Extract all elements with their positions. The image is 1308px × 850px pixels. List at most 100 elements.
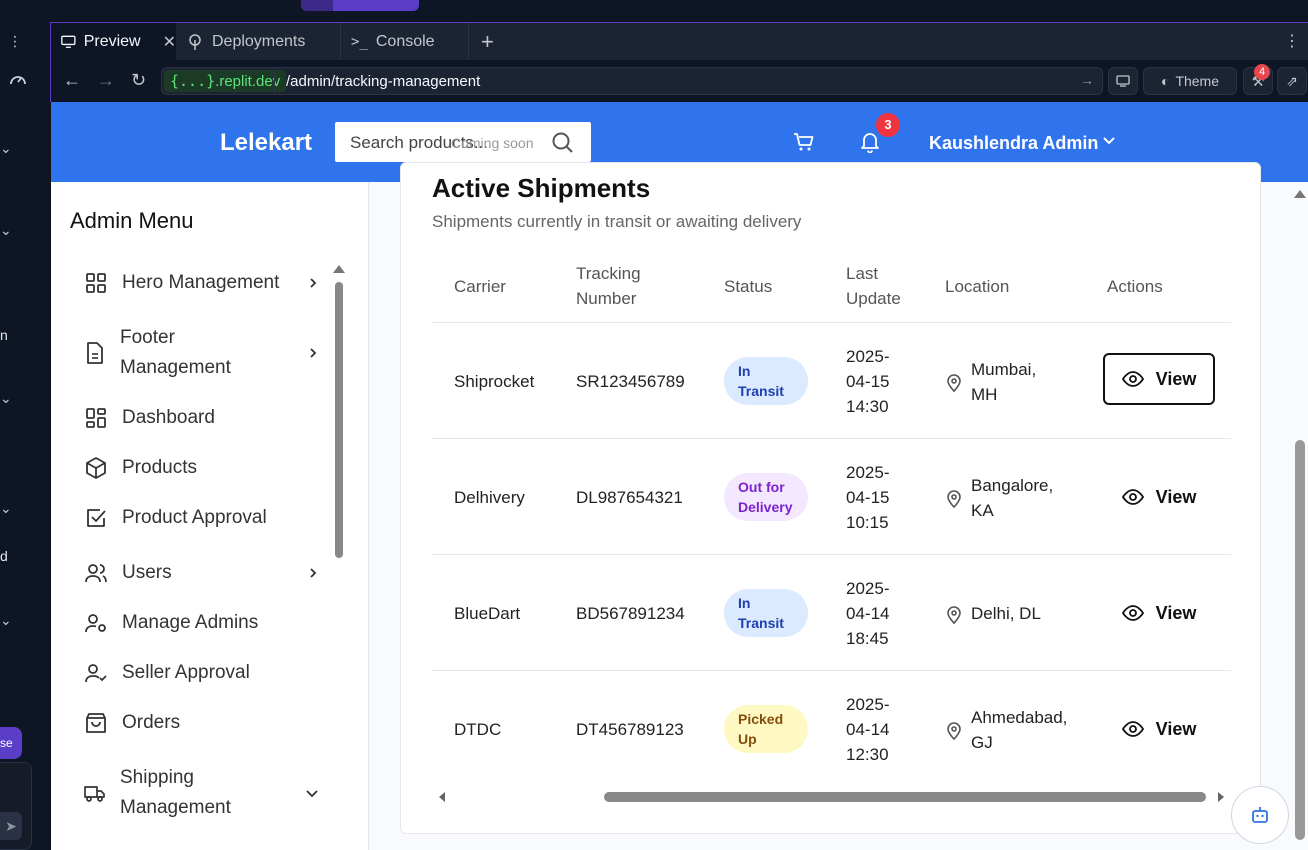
admin-sidebar: Admin Menu Hero Management Footer Manage…	[51, 182, 369, 850]
page-scrollbar[interactable]	[1295, 440, 1305, 840]
scroll-up-arrow[interactable]	[333, 265, 345, 273]
eye-icon	[1121, 489, 1144, 505]
url-bar[interactable]: {...}.replit.dev /admin/tracking-managem…	[161, 67, 1103, 95]
ide-top-strip	[50, 0, 1308, 22]
view-button[interactable]: View	[1103, 353, 1215, 405]
sidebar-item-label: Product Approval	[122, 507, 267, 528]
tab-preview[interactable]: Preview ✕	[51, 23, 176, 60]
map-pin-icon	[947, 374, 961, 392]
reload-icon[interactable]: ↻	[131, 70, 146, 91]
deploy-icon	[189, 33, 201, 50]
cell-tracking: DT456789123	[576, 720, 684, 739]
scroll-right-arrow[interactable]	[1215, 791, 1227, 803]
more-vertical-icon[interactable]: ⋮	[8, 33, 22, 50]
cell-carrier: Shiprocket	[454, 372, 535, 391]
chevron-down-icon[interactable]: ⌄	[0, 500, 12, 517]
location-text: Bangalore, KA	[971, 476, 1054, 520]
eye-icon	[1121, 605, 1144, 621]
table-header: Carrier Tracking Number Status Last Upda…	[432, 251, 1231, 323]
tab-deployments[interactable]: Deployments	[176, 23, 341, 60]
status-badge: Picked Up	[724, 705, 808, 753]
brand-logo[interactable]: Lelekart	[220, 129, 312, 157]
sidebar-item-hero-management[interactable]: Hero Management	[84, 268, 317, 298]
users-icon	[85, 564, 107, 583]
horizontal-scrollbar[interactable]	[432, 787, 1231, 803]
go-arrow-icon[interactable]: →	[1080, 72, 1094, 88]
chevron-right-icon	[310, 278, 317, 288]
user-menu[interactable]: Kaushlendra Admin	[929, 133, 1098, 154]
cut-text: d	[0, 548, 8, 564]
status-badge: In Transit	[724, 589, 808, 637]
chatbot-button[interactable]	[1231, 786, 1289, 844]
close-icon[interactable]: ✕	[163, 32, 176, 52]
url-domain-braces: {...}	[170, 72, 216, 90]
device-icon[interactable]	[1108, 67, 1138, 95]
chevron-right-icon	[310, 348, 317, 358]
url-domain-base: .replit.dev	[215, 73, 281, 90]
sidebar-item-manage-admins[interactable]: Manage Admins	[84, 608, 312, 638]
sidebar-item-seller-approval[interactable]: Seller Approval	[84, 658, 312, 688]
theme-button[interactable]: ◐ Theme	[1143, 67, 1237, 95]
more-vertical-icon[interactable]: ⋮	[1284, 31, 1300, 51]
chevron-down-icon[interactable]: ⌄	[0, 222, 12, 239]
map-pin-icon	[947, 490, 961, 508]
view-label: View	[1155, 718, 1197, 739]
top-purple-tab-dark[interactable]	[301, 0, 333, 11]
search-icon[interactable]	[551, 131, 575, 160]
cart-icon[interactable]	[793, 132, 815, 157]
cell-date: 2025-04-15 14:30	[846, 347, 890, 416]
send-icon[interactable]: ➤	[0, 812, 22, 840]
search-input[interactable]: Search products... Coming soon	[335, 122, 591, 162]
devtools-badge: 4	[1254, 64, 1270, 80]
view-label: View	[1155, 486, 1197, 507]
cut-pill-button[interactable]: se	[0, 727, 22, 759]
cell-location: Mumbai, MH	[945, 357, 1051, 407]
ide-left-panel: ⋮ ⌄ ⌄ n ⌄ ⌄ d ⌄ se ➤	[0, 0, 50, 850]
scroll-left-arrow[interactable]	[436, 791, 448, 803]
cell-location: Bangalore, KA	[945, 473, 1061, 523]
add-tab-icon[interactable]: +	[481, 29, 494, 55]
col-location: Location	[945, 277, 1010, 296]
chevron-down-icon[interactable]	[1101, 132, 1117, 153]
dashboard-icon	[86, 408, 106, 428]
truck-icon	[84, 786, 105, 802]
view-button[interactable]: View	[1103, 471, 1215, 523]
chevron-down-icon[interactable]: ⌄	[0, 140, 12, 157]
chevron-down-icon[interactable]: ⌄	[0, 612, 12, 629]
table-row: BlueDart BD567891234 In Transit 2025-04-…	[432, 555, 1231, 671]
page-scroll-up-arrow[interactable]	[1294, 190, 1306, 198]
location-text: Delhi, DL	[971, 604, 1041, 623]
chevron-down-icon[interactable]: ⌄	[0, 390, 12, 407]
address-bar-row: ← → ↻ {...}.replit.dev /admin/tracking-m…	[50, 60, 1308, 102]
sidebar-item-users[interactable]: Users	[84, 558, 317, 588]
sidebar-item-label: Footer Management	[120, 327, 231, 378]
sidebar-item-shipping-management[interactable]: Shipping Management	[84, 763, 318, 823]
cell-carrier: Delhivery	[454, 488, 525, 507]
sidebar-item-label: Orders	[122, 712, 181, 733]
back-arrow-icon[interactable]: ←	[63, 70, 81, 91]
sidebar-scrollbar[interactable]	[335, 282, 343, 558]
view-label: View	[1155, 602, 1197, 623]
sidebar-item-label: Products	[122, 457, 197, 478]
status-badge: Out for Delivery	[724, 473, 808, 521]
sidebar-item-orders[interactable]: Orders	[84, 708, 312, 738]
page-title: Active Shipments	[432, 173, 651, 203]
forward-arrow-icon[interactable]: →	[97, 70, 115, 91]
sidebar-item-dashboard[interactable]: Dashboard	[84, 403, 312, 433]
cut-text: se	[0, 736, 13, 750]
gauge-icon[interactable]	[8, 70, 28, 93]
sidebar-item-products[interactable]: Products	[84, 453, 312, 483]
tab-console[interactable]: >_ Console	[341, 23, 469, 60]
external-link-icon[interactable]: ⇗	[1277, 67, 1307, 95]
bell-icon[interactable]	[860, 131, 880, 158]
horizontal-scroll-thumb[interactable]	[604, 792, 1206, 802]
bot-icon	[1252, 807, 1268, 823]
view-button[interactable]: View	[1103, 587, 1215, 639]
url-path[interactable]: /admin/tracking-management	[286, 73, 480, 90]
sidebar-item-footer-management[interactable]: Footer Management	[84, 323, 317, 383]
eye-icon	[1121, 721, 1144, 737]
view-button[interactable]: View	[1103, 703, 1215, 755]
url-domain: {...}.replit.dev	[164, 70, 287, 92]
col-status: Status	[724, 277, 773, 296]
sidebar-item-product-approval[interactable]: Product Approval	[84, 503, 312, 533]
